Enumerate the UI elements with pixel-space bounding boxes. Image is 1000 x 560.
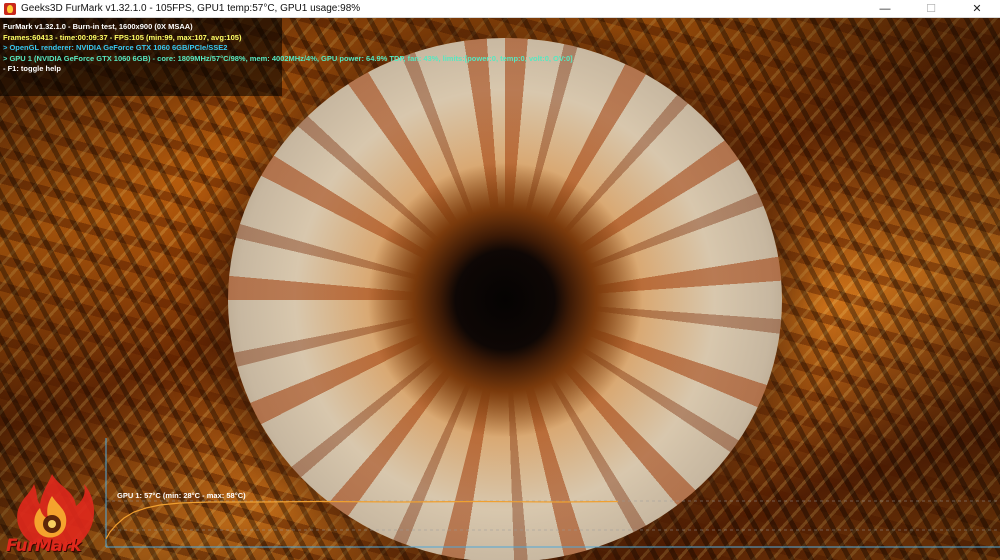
temperature-graph-label: GPU 1: 57°C (min: 28°C - max: 58°C) [117, 491, 246, 500]
window-title-bar[interactable]: Geeks3D FurMark v1.32.1.0 - 105FPS, GPU1… [0, 0, 1000, 18]
window-controls: — ☐ ✕ [862, 0, 1000, 17]
close-button[interactable]: ✕ [954, 0, 1000, 17]
maximize-button[interactable]: ☐ [908, 0, 954, 17]
furmark-app-icon [4, 2, 16, 15]
temperature-curve [105, 500, 619, 540]
window-title: Geeks3D FurMark v1.32.1.0 - 105FPS, GPU1… [21, 3, 361, 14]
furmark-logo-text: FurMark [6, 536, 82, 556]
gpu-temperature-graph [105, 438, 1000, 548]
minimize-button[interactable]: — [862, 0, 908, 17]
